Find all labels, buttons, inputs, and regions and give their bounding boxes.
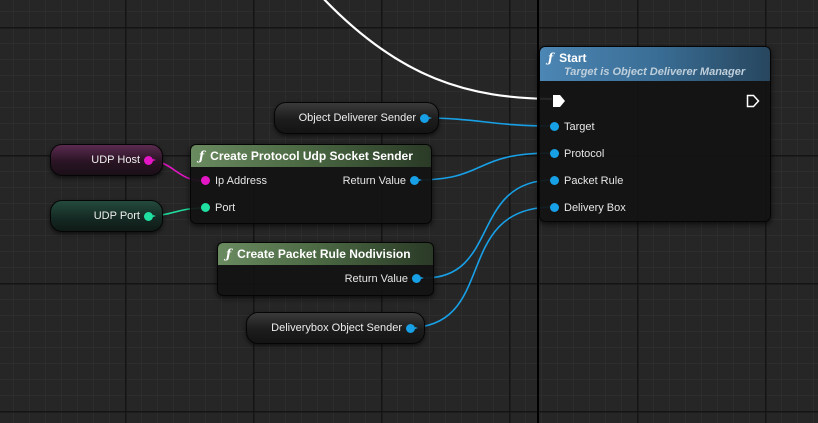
- start-node-title: Start: [559, 51, 587, 65]
- object-pin-icon[interactable]: [420, 114, 432, 123]
- variable-udp-port[interactable]: UDP Port: [50, 200, 163, 232]
- variable-deliverybox-object-sender[interactable]: Deliverybox Object Sender: [246, 312, 425, 344]
- string-pin-icon: [201, 175, 210, 185]
- wire-return-protocol: [414, 152, 554, 181]
- exec-out-pin-icon[interactable]: [746, 94, 760, 108]
- object-pin-icon: [412, 273, 424, 283]
- start-node-header[interactable]: ƒ Start Target is Object Deliverer Manage…: [540, 47, 770, 81]
- create-udp-node-header[interactable]: ƒ Create Protocol Udp Socket Sender: [191, 145, 431, 167]
- create-packet-rule-node-header[interactable]: ƒ Create Packet Rule Nodivision: [218, 243, 433, 265]
- pin-label: Port: [215, 202, 236, 214]
- int-pin-icon[interactable]: [144, 212, 156, 221]
- start-node[interactable]: ƒ Start Target is Object Deliverer Manage…: [539, 46, 771, 222]
- variable-label: Deliverybox Object Sender: [271, 322, 402, 334]
- int-pin-icon: [201, 202, 210, 212]
- exec-wire: [323, 0, 553, 101]
- object-pin-icon: [410, 175, 422, 185]
- wire-sender-target: [421, 117, 554, 127]
- pin-label: Return Value: [344, 273, 408, 285]
- variable-label: UDP Port: [93, 210, 140, 222]
- pin-target[interactable]: Target: [550, 119, 595, 135]
- object-pin-icon: [550, 175, 559, 185]
- pin-port[interactable]: Port: [201, 200, 235, 216]
- variable-label: UDP Host: [91, 154, 140, 166]
- pin-ip-address[interactable]: Ip Address: [201, 173, 267, 189]
- pin-protocol[interactable]: Protocol: [550, 146, 604, 162]
- function-icon: ƒ: [199, 149, 205, 163]
- variable-udp-host[interactable]: UDP Host: [50, 144, 163, 176]
- function-icon: ƒ: [226, 247, 232, 261]
- pin-packet-rule[interactable]: Packet Rule: [550, 173, 623, 189]
- create-packet-rule-node[interactable]: ƒ Create Packet Rule Nodivision Return Va…: [217, 242, 434, 296]
- pin-return-value[interactable]: Return Value: [342, 173, 422, 189]
- pin-label: Delivery Box: [564, 202, 626, 214]
- pin-label: Target: [564, 121, 595, 133]
- wire-packetrule-rule: [424, 179, 554, 279]
- create-udp-node[interactable]: ƒ Create Protocol Udp Socket Sender Ip Ad…: [190, 144, 432, 224]
- object-pin-icon[interactable]: [406, 324, 418, 333]
- variable-object-deliverer-sender[interactable]: Object Deliverer Sender: [274, 102, 439, 134]
- object-pin-icon: [550, 148, 559, 158]
- exec-in-pin-icon[interactable]: [552, 94, 566, 108]
- pin-label: Packet Rule: [564, 175, 624, 187]
- pin-return-value[interactable]: Return Value: [344, 271, 424, 287]
- string-pin-icon[interactable]: [144, 156, 156, 165]
- function-icon: ƒ: [548, 51, 554, 65]
- pin-delivery-box[interactable]: Delivery Box: [550, 200, 626, 216]
- pin-label: Ip Address: [215, 175, 267, 187]
- pin-label: Protocol: [564, 148, 605, 160]
- start-node-subtitle: Target is Object Deliverer Manager: [564, 66, 746, 78]
- object-pin-icon: [550, 202, 559, 212]
- variable-label: Object Deliverer Sender: [298, 112, 416, 124]
- create-udp-node-title: Create Protocol Udp Socket Sender: [210, 149, 413, 163]
- pin-label: Return Value: [342, 175, 406, 187]
- object-pin-icon: [550, 121, 559, 131]
- create-packet-rule-node-title: Create Packet Rule Nodivision: [237, 247, 411, 261]
